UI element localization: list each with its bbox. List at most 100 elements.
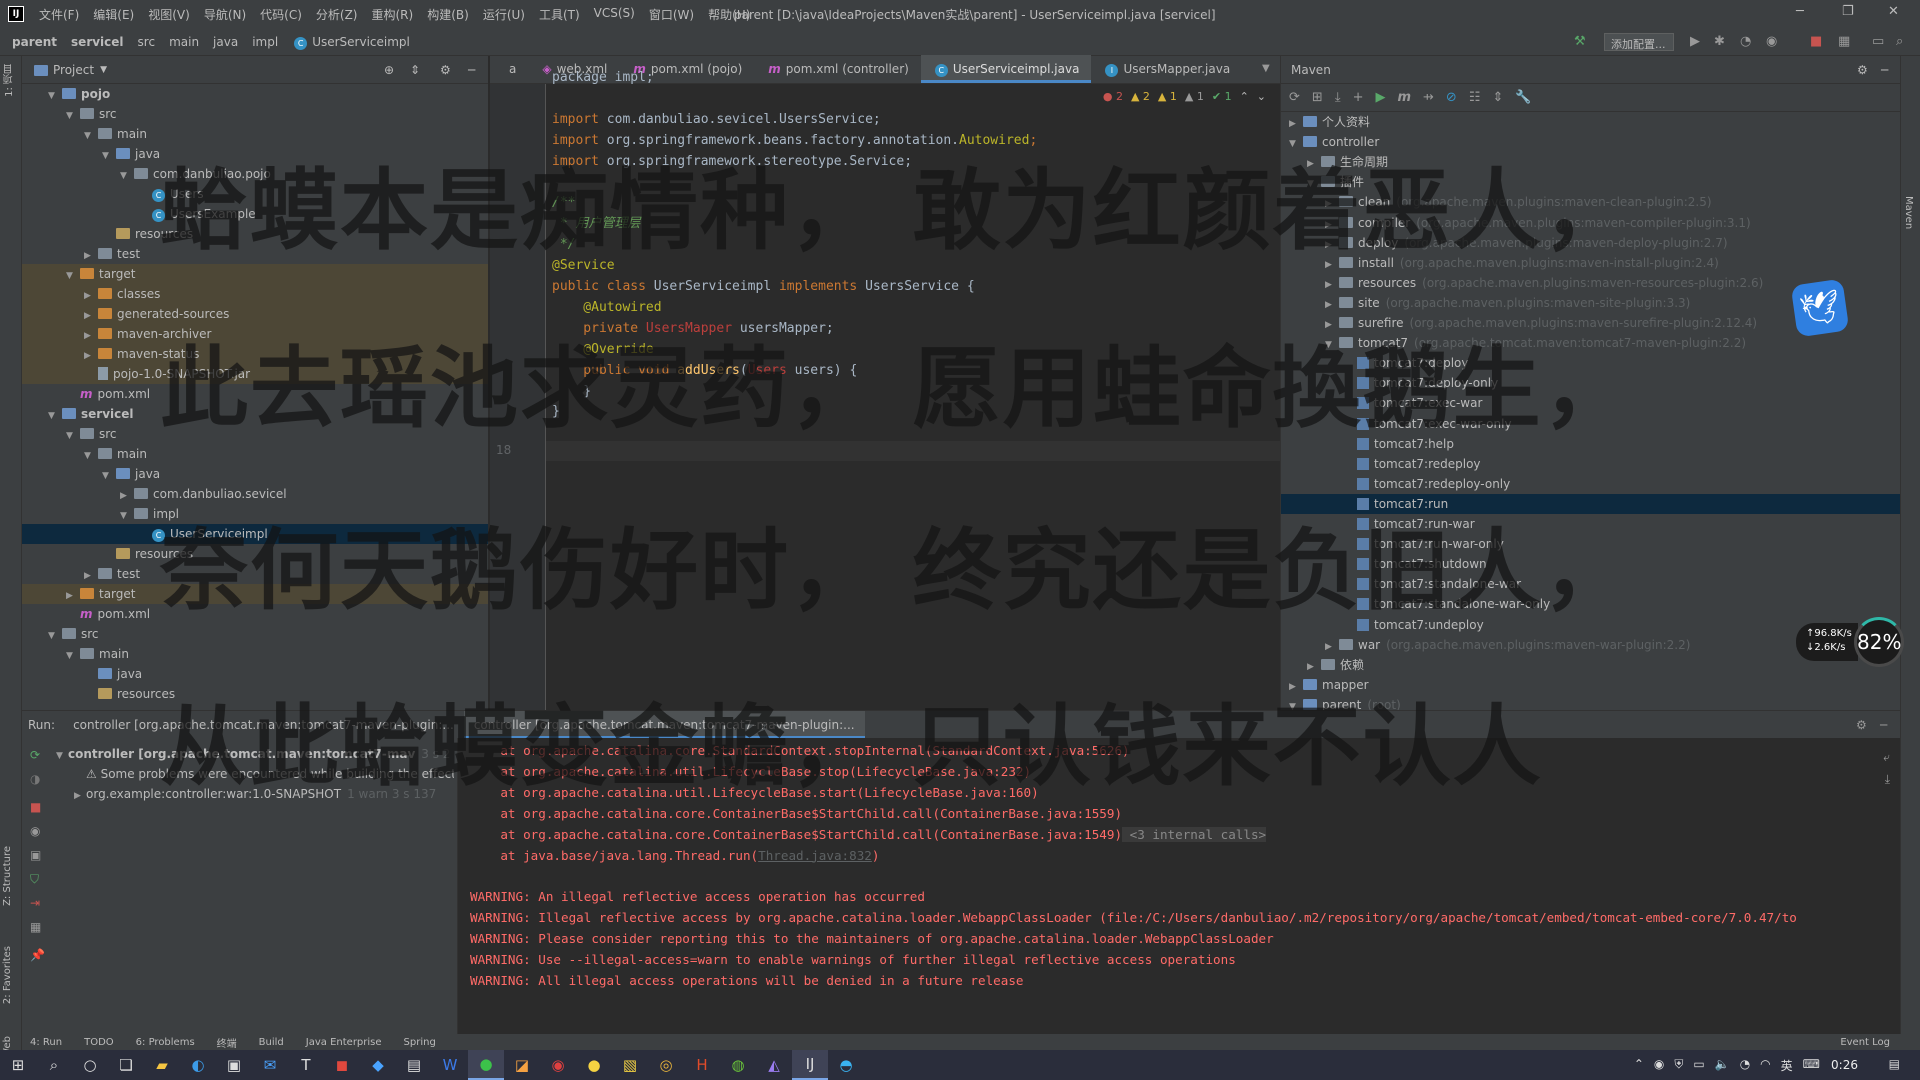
store-icon[interactable]: ▣ [216, 1050, 252, 1080]
app-tray-icon[interactable]: ◉ [1654, 1057, 1664, 1074]
tree-item[interactable]: ▼ main [22, 444, 488, 464]
filter-icon[interactable]: ⛉ [30, 872, 39, 887]
menu-item[interactable]: 分析(Z) [309, 6, 365, 23]
stacktrace-link[interactable]: Thread.java:832 [758, 848, 872, 863]
hide-icon[interactable]: ─ [468, 63, 475, 77]
office-icon[interactable]: ◼ [324, 1050, 360, 1080]
maven-tree-item[interactable]: tomcat7:redeploy-only [1281, 474, 1901, 494]
breadcrumb-item[interactable]: main [169, 35, 199, 49]
scroll-to-end-icon[interactable]: ⤓ [1885, 772, 1890, 787]
execute-goal-icon[interactable]: m [1397, 90, 1411, 105]
network-speed-widget[interactable]: ↑96.8K/s ↓2.6K/s 82% [1796, 617, 1906, 667]
chevron-down-icon[interactable]: ▼ [48, 86, 60, 106]
stop-icon[interactable]: ■ [1810, 34, 1822, 49]
app-icon[interactable]: ◪ [504, 1050, 540, 1080]
pause-icon[interactable]: ◑ [30, 772, 40, 786]
chevron-down-icon[interactable]: ▼ [48, 406, 60, 426]
clock[interactable]: 0:26 [1831, 1058, 1858, 1072]
rerun-icon[interactable]: ⟳ [30, 748, 40, 762]
download-icon[interactable]: ⤓ [1335, 90, 1341, 105]
menu-item[interactable]: 运行(U) [476, 6, 532, 23]
chevron-up-icon[interactable]: ⌃ [1634, 1057, 1644, 1074]
chevron-down-icon[interactable]: ▼ [66, 646, 78, 666]
chevron-down-icon[interactable]: ▼ [84, 126, 96, 146]
chevron-right-icon[interactable]: ▶ [84, 246, 96, 266]
chevron-right-icon[interactable]: ▶ [1325, 295, 1337, 315]
chevron-right-icon[interactable]: ▶ [120, 486, 132, 506]
chevron-down-icon[interactable]: ▼ [102, 146, 114, 166]
editor-tab[interactable]: m pom.xml (controller) [754, 55, 921, 83]
eye-icon[interactable]: ◉ [30, 824, 40, 838]
chevron-down-icon[interactable]: ▼ [66, 266, 78, 286]
exit-icon[interactable]: ⇥ [30, 896, 40, 910]
show-dependencies-icon[interactable]: ☷ [1469, 90, 1481, 105]
mail-icon[interactable]: ✉ [252, 1050, 288, 1080]
tool-window-tab[interactable]: 终端 [217, 1035, 237, 1050]
wrench-icon[interactable]: 🔧 [1515, 90, 1531, 105]
chevron-down-icon[interactable]: ▼ [102, 466, 114, 486]
battery-icon[interactable]: ▭ [1693, 1057, 1704, 1074]
chevron-right-icon[interactable]: ▶ [1325, 275, 1337, 295]
close-icon[interactable]: ✕ [1888, 4, 1899, 19]
breadcrumb-item[interactable]: impl [252, 35, 278, 49]
feishu-icon[interactable]: ◆ [360, 1050, 396, 1080]
hide-icon[interactable]: ─ [1880, 718, 1887, 732]
pin-icon[interactable]: 📌 [30, 948, 45, 962]
menu-item[interactable]: VCS(S) [587, 6, 642, 23]
breadcrumb-item[interactable]: parent [12, 35, 57, 49]
app-icon[interactable]: ● [576, 1050, 612, 1080]
inspection-widget[interactable]: ● 2 ▲ 2 ▲ 1 ▲ 1 ✔ 1 ⌃ ⌄ [1103, 90, 1266, 103]
tree-item[interactable]: ▼ java [22, 464, 488, 484]
chevron-down-icon[interactable]: ▼ [66, 106, 78, 126]
add-configuration-button[interactable]: 添加配置... [1604, 33, 1674, 51]
edge-icon[interactable]: ◐ [180, 1050, 216, 1080]
chevron-down-icon[interactable]: ⌄ [1257, 90, 1266, 103]
tabs-dropdown-icon[interactable]: ▼ [1262, 63, 1270, 74]
add-icon[interactable]: + [1353, 90, 1364, 105]
notes-icon[interactable]: ▧ [612, 1050, 648, 1080]
chevron-right-icon[interactable]: ▶ [84, 346, 96, 366]
menu-item[interactable]: 视图(V) [141, 6, 197, 23]
menu-item[interactable]: 代码(C) [253, 6, 309, 23]
chevron-right-icon[interactable]: ▶ [84, 306, 96, 326]
volume-icon[interactable]: 🔈 [1715, 1057, 1730, 1074]
structure-tool-tab[interactable]: Z: Structure [2, 846, 13, 906]
hbuilder-icon[interactable]: H [684, 1050, 720, 1080]
editor-tab[interactable]: C UserServiceimpl.java [920, 55, 1092, 83]
internal-calls-fold[interactable]: <3 internal calls> [1122, 826, 1267, 842]
collapse-all-icon[interactable]: ⇕ [1492, 90, 1503, 105]
chevron-right-icon[interactable]: ▶ [84, 286, 96, 306]
chevron-down-icon[interactable]: ▼ [48, 626, 60, 646]
app-icon[interactable]: ◭ [756, 1050, 792, 1080]
tree-item[interactable]: ▼ main [22, 644, 488, 664]
chevron-up-icon[interactable]: ⌃ [1240, 90, 1249, 103]
gear-icon[interactable]: ⚙ [440, 63, 451, 77]
stop-icon[interactable]: ■ [30, 800, 41, 814]
typora-icon[interactable]: T [288, 1050, 324, 1080]
editor-tab[interactable]: a [490, 55, 528, 83]
network-icon[interactable]: ◔ [1740, 1057, 1750, 1074]
locate-icon[interactable]: ⊕ [384, 63, 394, 77]
tree-item[interactable]: ▶ classes [22, 284, 488, 304]
menu-item[interactable]: 构建(B) [420, 6, 476, 23]
ime-indicator[interactable]: 英 [1781, 1057, 1793, 1074]
chevron-icon[interactable]: ▶ [74, 786, 86, 804]
project-tool-tab[interactable]: 1: 项目 [2, 64, 17, 97]
breadcrumb-item[interactable]: src [138, 35, 156, 49]
menu-item[interactable]: 工具(T) [532, 6, 587, 23]
maximize-icon[interactable]: ❐ [1842, 4, 1854, 19]
chevron-right-icon[interactable]: ▶ [66, 586, 78, 606]
word-icon[interactable]: W [432, 1050, 468, 1080]
maven-tool-tab[interactable]: Maven [1903, 196, 1914, 229]
tool-window-tab[interactable]: Event Log [1840, 1037, 1890, 1048]
gear-icon[interactable]: ⚙ [1857, 63, 1868, 77]
task-view-icon[interactable]: ❏ [108, 1050, 144, 1080]
tree-item[interactable]: ▼ src [22, 624, 488, 644]
notification-icon[interactable]: ▤ [1889, 1057, 1900, 1071]
search-everywhere-icon[interactable]: ⌕ [1896, 34, 1903, 49]
favorites-tool-tab[interactable]: 2: Favorites [2, 946, 13, 1004]
chevron-down-icon[interactable]: ▼ [120, 166, 132, 186]
project-panel-title[interactable]: Project [53, 63, 94, 77]
chevron-down-icon[interactable]: ▼ [100, 65, 107, 75]
profile-icon[interactable]: ◉ [1766, 34, 1777, 49]
